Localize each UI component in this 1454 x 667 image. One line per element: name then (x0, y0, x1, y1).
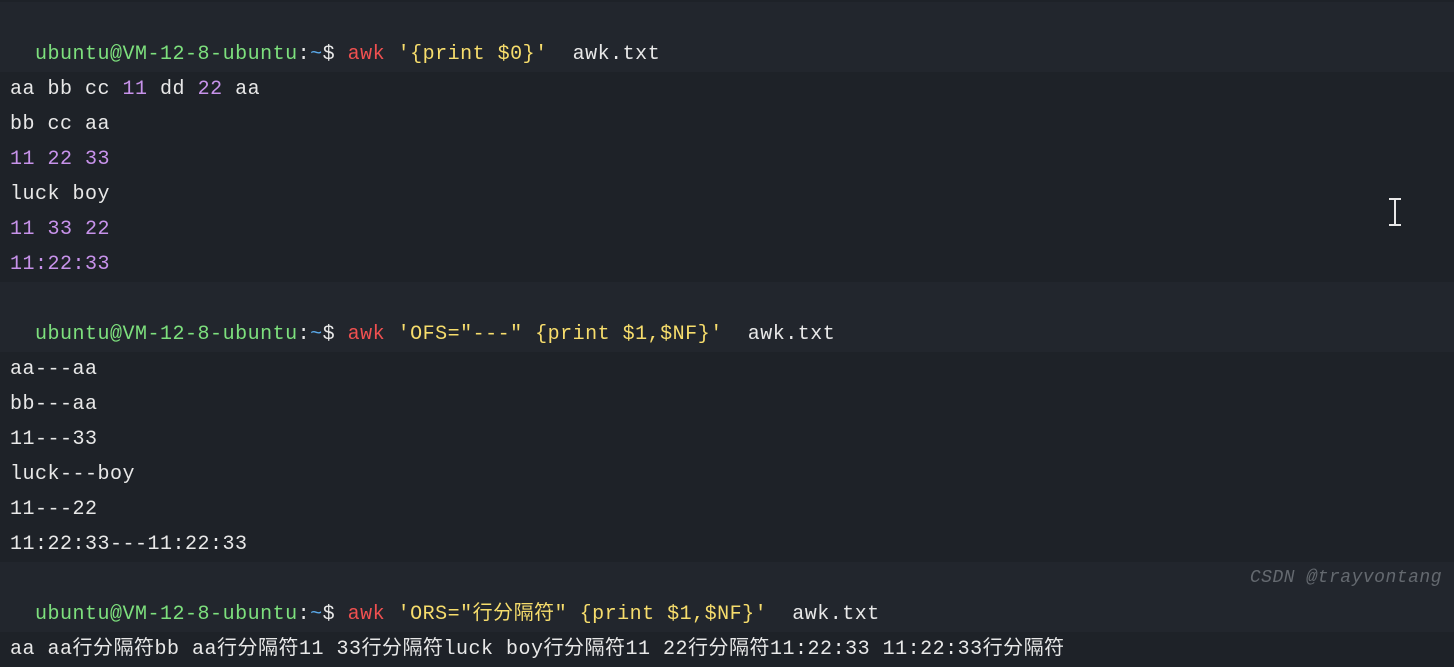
output-line: 11---22 (0, 492, 1454, 527)
output-line: bb cc aa (0, 107, 1454, 142)
prompt-user: ubuntu (35, 43, 110, 66)
prompt-dollar: $ (323, 43, 348, 66)
cmd-awk: awk (348, 323, 398, 346)
prompt-line-3[interactable]: ubuntu@VM-12-8-ubuntu:~$ awk 'ORS="行分隔符"… (0, 562, 1454, 632)
cmd-arg-quote: 'ORS="行分隔符" {print $1,$NF}' (398, 603, 768, 626)
output-line: aa---aa (0, 352, 1454, 387)
output-line: aa aa行分隔符bb aa行分隔符11 33行分隔符luck boy行分隔符1… (0, 632, 1454, 667)
prompt-dollar: $ (323, 603, 348, 626)
prompt-dollar: $ (323, 323, 348, 346)
prompt-path: ~ (310, 603, 323, 626)
prompt-line-1[interactable]: ubuntu@VM-12-8-ubuntu:~$ awk '{print $0}… (0, 2, 1454, 72)
prompt-user: ubuntu (35, 323, 110, 346)
cmd-awk: awk (348, 603, 398, 626)
cmd-arg-file: awk.txt (723, 323, 836, 346)
prompt-host: VM-12-8-ubuntu (123, 43, 298, 66)
cmd-arg-quote: '{print $0}' (398, 43, 548, 66)
prompt-user: ubuntu (35, 603, 110, 626)
prompt-path: ~ (310, 323, 323, 346)
prompt-at: @ (110, 323, 123, 346)
cmd-arg-quote: 'OFS="---" {print $1,$NF}' (398, 323, 723, 346)
cmd-awk: awk (348, 43, 398, 66)
output-line: luck---boy (0, 457, 1454, 492)
output-line: 11 33 22 (0, 212, 1454, 247)
prompt-at: @ (110, 603, 123, 626)
prompt-path: ~ (310, 43, 323, 66)
cmd-arg-file: awk.txt (548, 43, 661, 66)
output-line: 11:22:33---11:22:33 (0, 527, 1454, 562)
cmd-arg-file: awk.txt (767, 603, 880, 626)
prompt-host: VM-12-8-ubuntu (123, 603, 298, 626)
prompt-host: VM-12-8-ubuntu (123, 323, 298, 346)
output-line: aa bb cc 11 dd 22 aa (0, 72, 1454, 107)
output-line: luck boy (0, 177, 1454, 212)
prompt-colon: : (298, 323, 311, 346)
output-line: bb---aa (0, 387, 1454, 422)
output-line: 11 22 33 (0, 142, 1454, 177)
output-line: 11---33 (0, 422, 1454, 457)
output-line: 11:22:33 (0, 247, 1454, 282)
prompt-line-2[interactable]: ubuntu@VM-12-8-ubuntu:~$ awk 'OFS="---" … (0, 282, 1454, 352)
prompt-colon: : (298, 43, 311, 66)
prompt-colon: : (298, 603, 311, 626)
prompt-at: @ (110, 43, 123, 66)
